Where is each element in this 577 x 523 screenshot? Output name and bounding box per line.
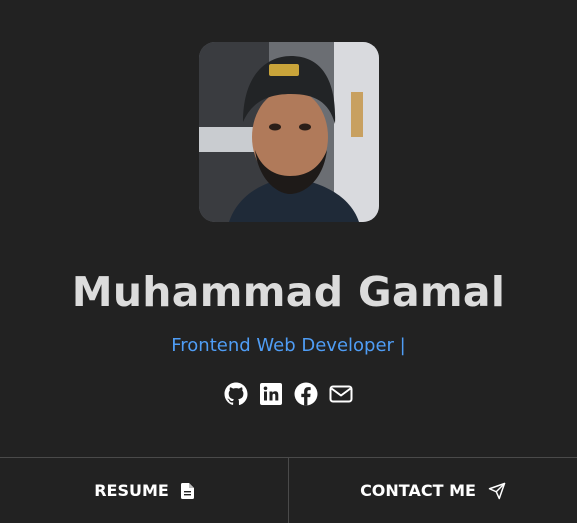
facebook-icon[interactable] bbox=[294, 382, 318, 406]
footer-actions: RESUME CONTACT ME bbox=[0, 457, 577, 523]
send-icon bbox=[488, 482, 506, 499]
contact-button[interactable]: CONTACT ME bbox=[288, 458, 577, 523]
github-icon[interactable] bbox=[224, 382, 248, 406]
profile-avatar bbox=[199, 42, 379, 222]
file-icon bbox=[180, 482, 194, 499]
profile-role: Frontend Web Developer | bbox=[171, 335, 406, 356]
profile-name: Muhammad Gamal bbox=[71, 268, 506, 316]
linkedin-icon[interactable] bbox=[259, 382, 283, 406]
resume-label: RESUME bbox=[94, 481, 169, 500]
mail-icon[interactable] bbox=[329, 382, 353, 406]
social-links bbox=[0, 382, 577, 406]
resume-button[interactable]: RESUME bbox=[0, 458, 288, 523]
contact-label: CONTACT ME bbox=[360, 481, 476, 500]
